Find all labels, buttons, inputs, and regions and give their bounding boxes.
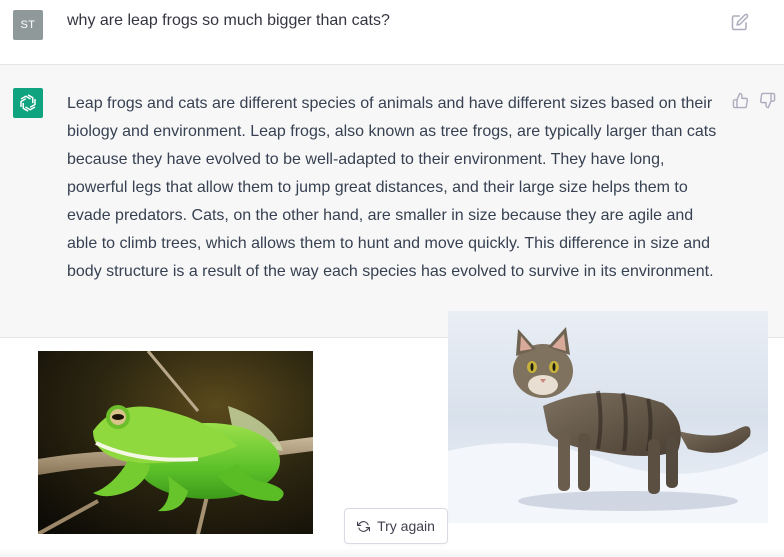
openai-logo-icon	[20, 94, 36, 112]
cat-image	[448, 311, 768, 523]
thumbs-up-icon[interactable]	[732, 92, 749, 109]
user-message-text: why are leap frogs so much bigger than c…	[67, 12, 390, 29]
bottom-fade	[0, 548, 784, 557]
refresh-icon	[357, 520, 371, 532]
try-again-button[interactable]: Try again	[344, 508, 448, 544]
thumbs-down-icon[interactable]	[759, 92, 776, 109]
user-avatar: ST	[13, 10, 43, 40]
user-message-row: ST why are leap frogs so much bigger tha…	[0, 0, 784, 65]
assistant-message-row: Leap frogs and cats are different specie…	[0, 65, 784, 338]
frog-image	[38, 351, 313, 534]
assistant-avatar	[13, 88, 43, 118]
edit-icon[interactable]	[731, 13, 749, 31]
assistant-message-text: Leap frogs and cats are different specie…	[67, 95, 717, 280]
try-again-label: Try again	[377, 518, 435, 534]
